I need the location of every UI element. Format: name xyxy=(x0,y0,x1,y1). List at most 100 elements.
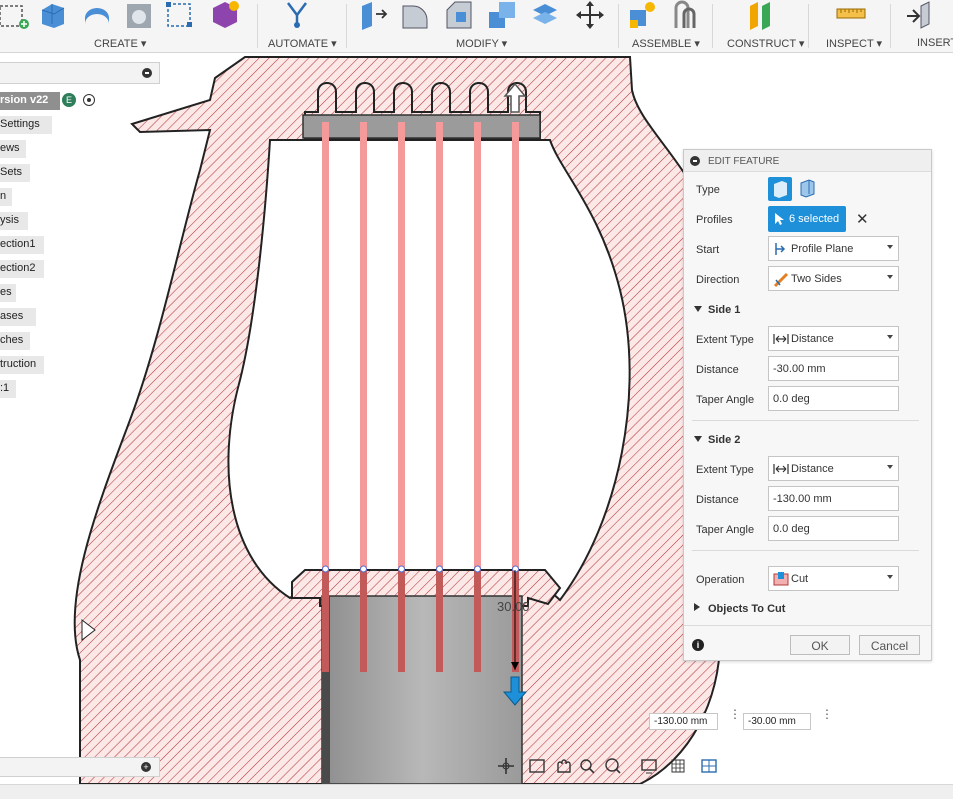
profile-point[interactable] xyxy=(360,565,367,573)
profile-point[interactable] xyxy=(436,565,443,573)
browser-item[interactable]: ases xyxy=(0,308,36,326)
profiles-selection-button[interactable]: 6 selected xyxy=(768,206,846,232)
side2-taper-input[interactable]: 0.0 deg xyxy=(768,516,899,541)
profile-string-4[interactable] xyxy=(436,122,443,570)
browser-item[interactable]: ection2 xyxy=(0,260,44,278)
cursor-icon xyxy=(775,213,784,225)
more-options-icon[interactable]: ⋮ xyxy=(729,708,741,730)
profile-string-2[interactable] xyxy=(360,122,367,570)
offset-face-icon[interactable] xyxy=(530,0,560,30)
modify-menu[interactable]: MODIFY ▾ xyxy=(456,37,507,50)
new-component-icon[interactable] xyxy=(627,0,657,30)
browser-item[interactable]: truction xyxy=(0,356,44,374)
side1-distance-readout[interactable]: -30.00 mm xyxy=(743,713,811,730)
browser-item[interactable]: :1 xyxy=(0,380,16,398)
combine-icon[interactable] xyxy=(487,0,517,30)
profile-string-lower-3[interactable] xyxy=(398,570,405,672)
joint-icon[interactable] xyxy=(670,0,700,30)
look-at-icon[interactable] xyxy=(529,759,545,773)
browser-root[interactable]: rsion v22 xyxy=(0,92,60,110)
profile-string-lower-2[interactable] xyxy=(360,570,367,672)
side2-distance-readout[interactable]: -130.00 mm xyxy=(649,713,718,730)
fit-icon[interactable] xyxy=(605,758,621,774)
side2-title[interactable]: Side 2 xyxy=(708,434,740,446)
profile-string-lower-5[interactable] xyxy=(474,570,481,672)
divider xyxy=(692,420,919,421)
profile-string-lower-1[interactable] xyxy=(322,570,329,672)
press-pull-icon[interactable] xyxy=(358,0,388,30)
browser-item[interactable]: ysis xyxy=(0,212,28,230)
browser-item[interactable]: ews xyxy=(0,140,26,158)
chamfer-icon[interactable] xyxy=(444,0,474,30)
side1-expand-icon[interactable] xyxy=(694,306,702,312)
profile-point[interactable] xyxy=(474,565,481,573)
edit-feature-header: EDIT FEATURE xyxy=(684,150,931,172)
profile-string-1[interactable] xyxy=(322,122,329,570)
start-select[interactable]: Profile Plane xyxy=(768,236,899,261)
revolve-icon[interactable] xyxy=(82,0,112,30)
objects-to-cut-expand-icon[interactable] xyxy=(694,603,700,611)
profile-string-3[interactable] xyxy=(398,122,405,570)
grid-settings-icon[interactable] xyxy=(671,759,685,773)
orbit-icon[interactable] xyxy=(498,758,514,774)
browser-item[interactable]: Sets xyxy=(0,164,30,182)
side1-extent-type-label: Extent Type xyxy=(696,334,754,346)
direction-select[interactable]: Two Sides xyxy=(768,266,899,291)
profile-point[interactable] xyxy=(322,565,329,573)
browser-item[interactable]: n xyxy=(0,188,12,206)
form-icon[interactable] xyxy=(210,0,240,30)
side1-taper-label: Taper Angle xyxy=(696,394,755,406)
info-icon[interactable]: i xyxy=(692,639,704,651)
side1-extent-type-select[interactable]: Distance xyxy=(768,326,899,351)
move-icon[interactable] xyxy=(575,0,605,30)
more-options-icon[interactable]: ⋮ xyxy=(821,708,833,730)
extrude-icon[interactable] xyxy=(38,0,68,30)
insert-menu[interactable]: INSERT xyxy=(917,37,953,49)
offset-plane-icon[interactable] xyxy=(746,0,776,30)
operation-select[interactable]: Cut xyxy=(768,566,899,591)
display-settings-icon[interactable] xyxy=(641,759,657,774)
create-menu[interactable]: CREATE ▾ xyxy=(94,37,146,50)
profile-string-lower-4[interactable] xyxy=(436,570,443,672)
browser-item[interactable]: ection1 xyxy=(0,236,44,254)
assemble-menu[interactable]: ASSEMBLE ▾ xyxy=(632,37,700,50)
side1-taper-input[interactable]: 0.0 deg xyxy=(768,386,899,411)
profile-string-6[interactable] xyxy=(512,122,519,570)
automate-menu[interactable]: AUTOMATE ▾ xyxy=(268,37,337,50)
browser-item[interactable]: Settings xyxy=(0,116,52,134)
fillet-icon[interactable] xyxy=(400,0,430,30)
top-bar[interactable] xyxy=(302,114,541,139)
navbar-icons xyxy=(498,758,717,774)
measure-icon[interactable] xyxy=(836,0,866,30)
shell-icon[interactable] xyxy=(124,0,154,30)
rectangle-pattern-icon[interactable] xyxy=(165,0,195,30)
cut-icon xyxy=(773,572,789,586)
navigation-bar xyxy=(492,752,732,780)
insert-icon[interactable] xyxy=(903,0,933,30)
cancel-button[interactable]: Cancel xyxy=(859,635,920,655)
profile-point[interactable] xyxy=(398,565,405,573)
side2-distance-input[interactable]: -130.00 mm xyxy=(768,486,899,511)
side1-distance-input[interactable]: -30.00 mm xyxy=(768,356,899,381)
separator xyxy=(618,4,619,48)
side2-expand-icon[interactable] xyxy=(694,436,702,442)
construct-menu[interactable]: CONSTRUCT ▾ xyxy=(727,37,804,50)
distance-icon xyxy=(773,334,789,344)
automate-icon[interactable] xyxy=(282,0,312,30)
objects-to-cut-title[interactable]: Objects To Cut xyxy=(708,603,785,615)
inspect-menu[interactable]: INSPECT ▾ xyxy=(826,37,882,50)
browser-item[interactable]: ches xyxy=(0,332,30,350)
add-comment-icon[interactable]: + xyxy=(141,762,151,772)
profile-string-5[interactable] xyxy=(474,122,481,570)
browser-item[interactable]: es xyxy=(0,284,16,302)
thin-extrude-icon[interactable] xyxy=(798,178,818,198)
sketch-icon[interactable] xyxy=(0,0,30,30)
viewports-icon[interactable] xyxy=(701,759,717,773)
side2-extent-type-select[interactable]: Distance xyxy=(768,456,899,481)
ok-button[interactable]: OK xyxy=(790,635,850,655)
side1-title[interactable]: Side 1 xyxy=(708,304,740,316)
solid-extrude-icon xyxy=(774,181,787,198)
clear-selection-icon[interactable]: ✕ xyxy=(856,210,869,228)
pan-icon[interactable] xyxy=(557,759,571,773)
zoom-icon[interactable] xyxy=(580,759,595,774)
